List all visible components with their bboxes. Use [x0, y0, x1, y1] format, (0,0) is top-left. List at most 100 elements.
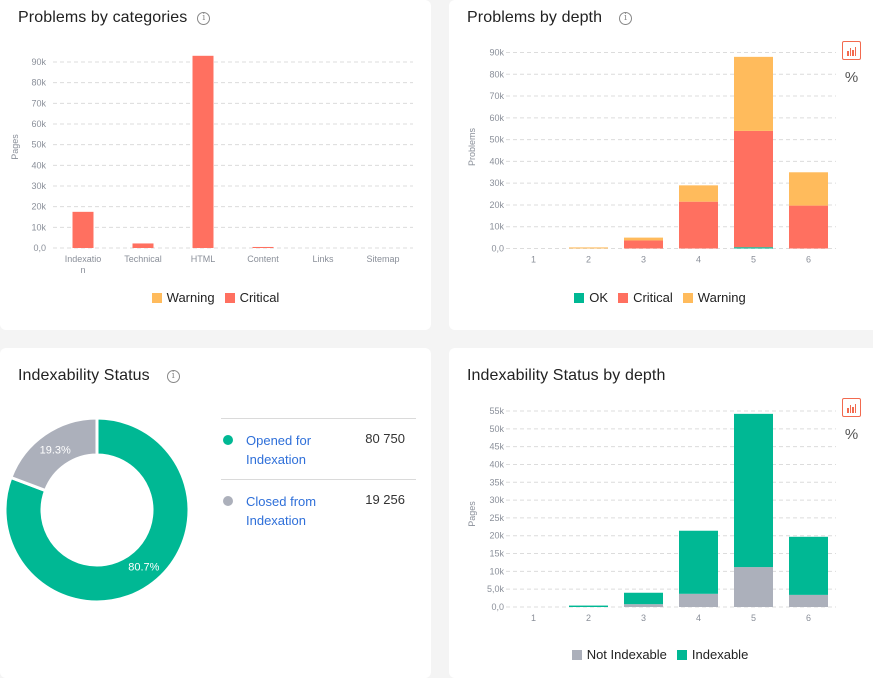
chart-legend: Warning Critical: [0, 290, 431, 305]
legend-item-critical[interactable]: Critical: [224, 290, 280, 305]
bar-chart-icon[interactable]: [842, 41, 861, 60]
bar-segment-indexable: [624, 592, 663, 605]
bar-segment-critical: [192, 55, 214, 248]
legend-row-opened: Opened for Indexation 80 750: [221, 418, 416, 479]
y-tick-label: 15k: [489, 549, 504, 559]
y-tick-label: 50k: [31, 140, 46, 150]
bar-segment-warning: [569, 247, 608, 249]
bar-segment-critical: [734, 130, 773, 248]
legend-label: Warning: [697, 290, 746, 305]
indexability-status-card: Indexability Status i 80.7% 19.3% Opened …: [0, 348, 431, 678]
y-tick-label: 30k: [31, 181, 46, 191]
bar-segment-critical: [789, 205, 828, 249]
bar-segment-critical: [132, 243, 154, 248]
bar-chart-icon[interactable]: [842, 398, 861, 417]
legend-swatch: [574, 292, 585, 303]
problems-by-categories-chart: 0,0 10k 20k 30k 40k 50k 60k 70k 80k 90k Pages Index…: [10, 55, 413, 275]
y-tick-label: 10k: [31, 222, 46, 232]
y-tick-label: 40k: [489, 459, 504, 469]
legend-label: Critical: [633, 290, 673, 305]
chart-view-toggle: %: [842, 41, 861, 86]
x-tick-label: 3: [641, 255, 646, 265]
indexability-donut-chart: 80.7% 19.3%: [3, 416, 191, 604]
bar-segment-warning: [624, 237, 663, 241]
y-tick-label: 60k: [489, 113, 504, 123]
x-tick-label: 6: [806, 255, 811, 265]
bar-segment-ok: [734, 247, 773, 249]
bar-segment-not-indexable: [734, 567, 773, 607]
percent-toggle[interactable]: %: [845, 426, 858, 443]
legend-item-critical[interactable]: Critical: [618, 290, 673, 305]
y-tick-label: 30k: [489, 495, 504, 505]
chart-legend: OK Critical Warning: [441, 290, 873, 305]
opened-count: 80 750: [365, 431, 405, 446]
y-tick-label: 45k: [489, 442, 504, 452]
y-tick-label: 0,0: [33, 243, 46, 253]
legend-item-warning[interactable]: Warning: [151, 290, 215, 305]
y-tick-label: 0,0: [491, 244, 504, 254]
legend-item-warning[interactable]: Warning: [682, 290, 746, 305]
y-tick-label: 40k: [489, 156, 504, 166]
x-tick-label: Links: [312, 254, 334, 264]
legend-item-not-indexable[interactable]: Not Indexable: [571, 647, 667, 662]
percent-toggle[interactable]: %: [845, 69, 858, 86]
problems-by-depth-card: Problems by depth i 0,0 10k 20k 30k 40k 50k 60…: [449, 0, 873, 330]
x-tick-label: Technical: [124, 254, 162, 264]
y-tick-label: 80k: [31, 78, 46, 88]
bar-segment-warning: [789, 172, 828, 206]
legend-swatch: [224, 292, 235, 303]
bar-segment-not-indexable: [624, 604, 663, 607]
y-tick-label: 80k: [489, 69, 504, 79]
y-tick-label: 25k: [489, 513, 504, 523]
x-tick-label: 1: [531, 255, 536, 265]
y-tick-label: 60k: [31, 119, 46, 129]
bar-segment-not-indexable: [789, 594, 828, 607]
x-tick-label: 2: [586, 613, 591, 623]
bar-segment-critical: [72, 211, 94, 248]
bar-segment-indexable: [569, 605, 608, 607]
x-tick-label: 4: [696, 613, 701, 623]
x-tick-label: 1: [531, 613, 536, 623]
x-tick-label: 3: [641, 613, 646, 623]
legend-label: Warning: [166, 290, 215, 305]
y-tick-label: 55k: [489, 406, 504, 416]
problems-by-depth-chart: 0,0 10k 20k 30k 40k 50k 60k 70k 80k 90k Problems 1 2…: [467, 48, 836, 265]
y-axis-label: Problems: [467, 127, 477, 166]
x-tick-label: n: [80, 265, 85, 275]
legend-item-ok[interactable]: OK: [574, 290, 608, 305]
closed-count: 19 256: [365, 492, 405, 507]
bar-segment-indexable: [789, 536, 828, 595]
y-tick-label: 35k: [489, 477, 504, 487]
bar-segment-indexable: [734, 413, 773, 568]
bar-segment-not-indexable: [679, 593, 718, 607]
bar-segment-critical: [679, 201, 718, 249]
legend-swatch: [682, 292, 693, 303]
legend-swatch: [618, 292, 629, 303]
donut-percent-label: 19.3%: [40, 445, 71, 457]
bar-segment-critical: [624, 240, 663, 249]
closed-from-indexation-link[interactable]: Closed from Indexation: [246, 492, 356, 530]
legend-swatch: [676, 649, 687, 660]
y-tick-label: 10k: [489, 222, 504, 232]
legend-swatch: [151, 292, 162, 303]
indexability-legend: Opened for Indexation 80 750 Closed from…: [221, 418, 416, 540]
x-tick-label: 5: [751, 255, 756, 265]
y-tick-label: 0,0: [491, 602, 504, 612]
y-tick-label: 20k: [31, 202, 46, 212]
legend-label: OK: [589, 290, 609, 305]
y-axis-label: Pages: [467, 501, 477, 527]
legend-item-indexable[interactable]: Indexable: [676, 647, 749, 662]
legend-label: Not Indexable: [586, 647, 667, 662]
opened-for-indexation-link[interactable]: Opened for Indexation: [246, 431, 356, 469]
legend-label: Indexable: [691, 647, 749, 662]
y-tick-label: 30k: [489, 178, 504, 188]
status-dot: [223, 435, 233, 445]
y-axis-label: Pages: [10, 134, 20, 160]
x-tick-label: Content: [247, 254, 279, 264]
donut-percent-label: 80.7%: [128, 562, 159, 574]
x-tick-label: 5: [751, 613, 756, 623]
bar-segment-indexable: [679, 530, 718, 594]
y-tick-label: 90k: [31, 57, 46, 67]
legend-label: Critical: [239, 290, 280, 305]
y-tick-label: 70k: [489, 91, 504, 101]
